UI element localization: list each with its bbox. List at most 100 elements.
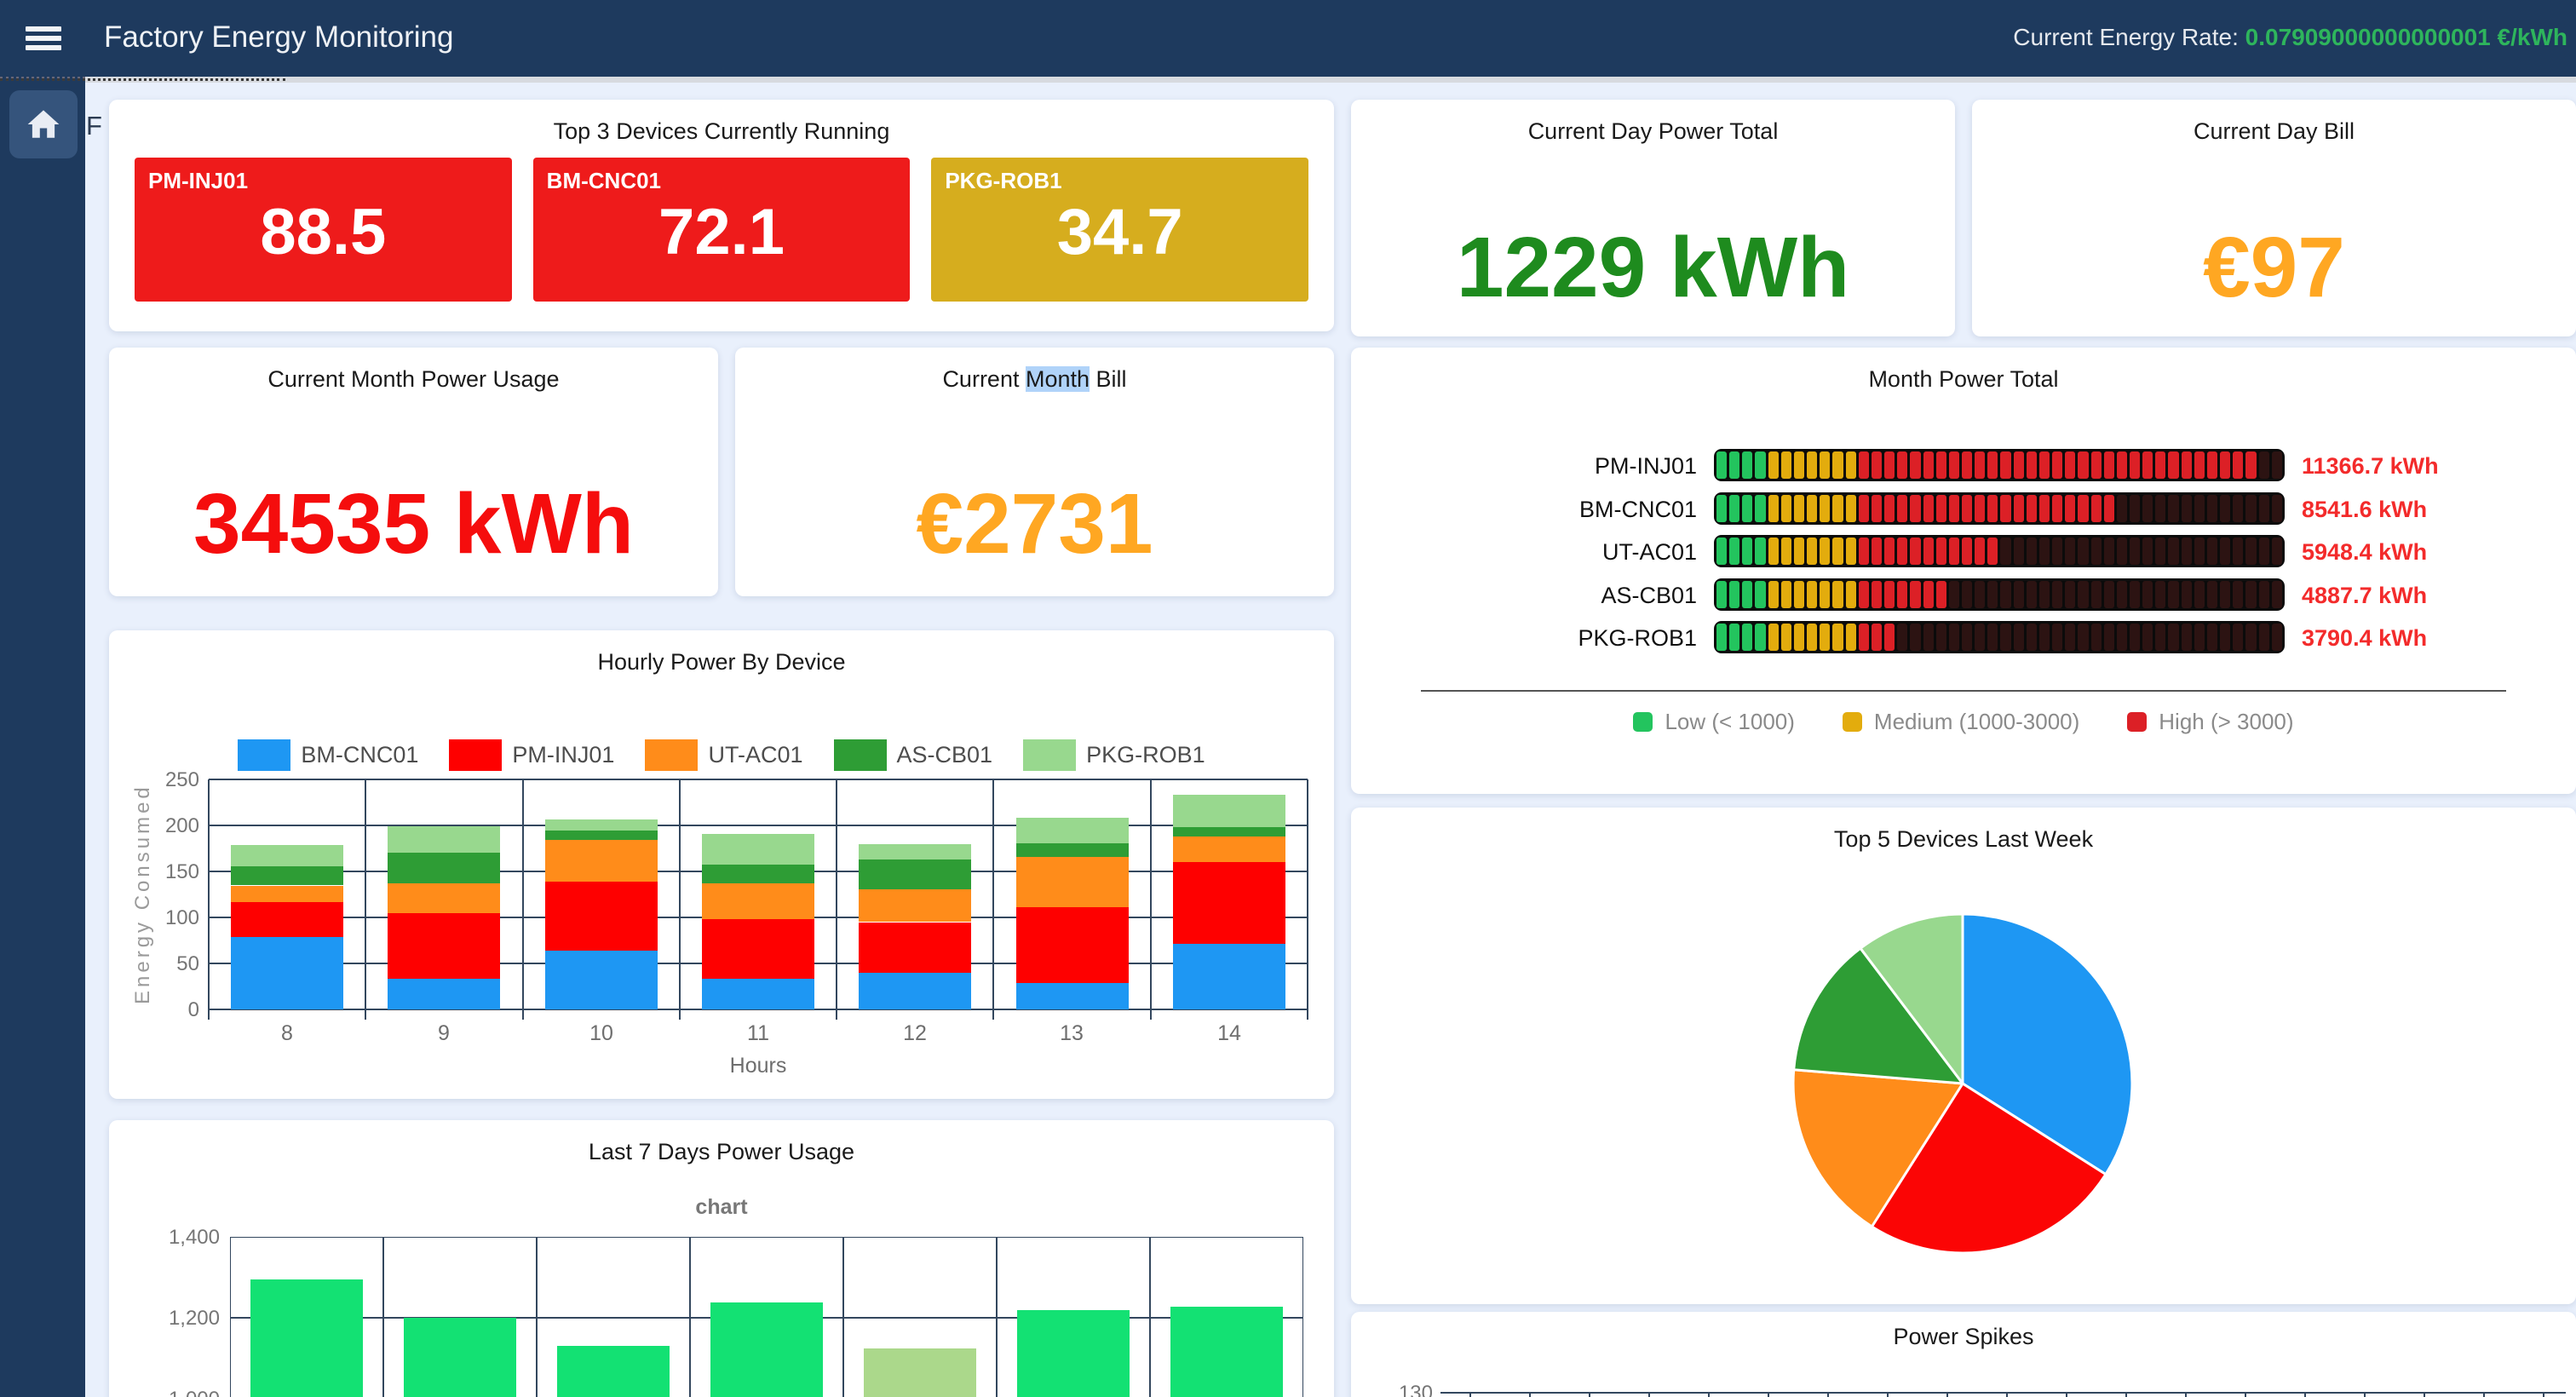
led-segment [1859,624,1869,651]
device-label: PM-INJ01 [1402,453,1697,480]
led-segment [2272,624,2282,651]
x-tick: 9 [365,1021,522,1046]
stacked-bar-segment [702,883,814,919]
led-segment [2130,538,2140,565]
bar [557,1346,670,1397]
device-tile-value: 72.1 [533,195,911,269]
led-segment [2014,451,2024,479]
led-segment [1897,538,1907,565]
led-bar [1714,449,2285,481]
led-segment [2000,624,2010,651]
led-segment [1987,624,1998,651]
legend-swatch [449,739,502,771]
card-current-day-power-total: Current Day Power Total 1229 kWh [1351,100,1955,336]
card-power-spikes: Power Spikes 130 [1351,1312,2576,1397]
stacked-bar-segment [1016,843,1129,857]
spikes-ytick: 130 [1377,1382,1433,1397]
led-segment [1781,495,1791,522]
led-segment [1742,624,1752,651]
stacked-bar-segment [388,853,500,883]
led-segment [2220,495,2230,522]
led-segment [2233,538,2243,565]
led-segment [1755,495,1765,522]
led-segment [1987,451,1998,479]
led-segment [1910,581,1920,608]
divider [1421,690,2506,692]
stacked-bar-segment [1173,827,1285,836]
led-segment [2130,495,2140,522]
led-segment [1820,581,1830,608]
gridline-v [536,1237,538,1397]
led-segment [1820,451,1830,479]
day-bill-value: €97 [1972,219,2576,317]
led-segment [2155,624,2165,651]
led-segment [2027,495,2037,522]
led-segment [2220,624,2230,651]
led-segment [2233,495,2243,522]
card-title: Current Day Bill [1972,118,2576,145]
led-segment [1729,538,1739,565]
card-last-7-days-power-usage: Last 7 Days Power Usage chart 1,4001,200… [109,1120,1334,1397]
led-segment [1923,451,1934,479]
card-title: Current Day Power Total [1351,118,1955,145]
x-tick-mark [2185,1392,2187,1397]
gridline-v [842,1237,844,1397]
led-segment [1962,581,1972,608]
bar [1170,1307,1283,1397]
legend-swatch [645,739,698,771]
led-segment [2142,451,2153,479]
rate-label: Current Energy Rate: [2013,24,2239,50]
led-segment [2117,581,2127,608]
led-segment [2245,451,2256,479]
led-segment [1768,624,1779,651]
led-segment [1975,538,1985,565]
sidebar-item-home[interactable] [9,90,78,158]
led-segment [2065,495,2075,522]
card-month-power-total: Month Power Total PM-INJ0111366.7 kWhBM-… [1351,348,2576,794]
selected-text: Month [1026,366,1090,392]
led-segment [2078,495,2088,522]
led-segment [1768,581,1779,608]
led-segment [2014,581,2024,608]
x-tick-mark [1946,1392,1948,1397]
led-segment [2207,538,2217,565]
led-segment [2104,624,2114,651]
led-segment [1923,495,1934,522]
x-tick-mark [1887,1392,1889,1397]
led-segment [1910,624,1920,651]
gridline-h [209,779,1308,780]
x-tick-mark [2245,1392,2246,1397]
gridline-v [208,779,210,1020]
led-segment [1768,495,1779,522]
led-segment [2194,581,2205,608]
led-segment [2142,495,2153,522]
y-tick: 1,200 [143,1307,220,1331]
led-segment [1872,538,1882,565]
led-segment [1729,495,1739,522]
x-tick: 10 [523,1021,680,1046]
led-segment [2039,624,2050,651]
led-segment [1716,538,1727,565]
hamburger-menu-icon[interactable] [26,22,61,55]
clipped-label: F [86,111,102,141]
x-tick-mark [2066,1392,2067,1397]
led-segment [1742,451,1752,479]
device-total-value: 4887.7 kWh [2302,583,2427,609]
led-segment [2233,624,2243,651]
led-segment [2182,495,2192,522]
legend-label: Medium (1000-3000) [1874,709,2079,735]
home-icon [26,106,61,142]
led-segment [2272,451,2282,479]
card-hourly-power-by-device: Hourly Power By Device BM-CNC01PM-INJ01U… [109,630,1334,1099]
led-segment [1729,624,1739,651]
led-segment [2091,538,2102,565]
led-segment [1975,624,1985,651]
led-segment [1781,451,1791,479]
led-segment [2027,451,2037,479]
chart-title: Top 5 Devices Last Week [1351,826,2576,853]
led-segment [2220,451,2230,479]
led-segment [1846,538,1856,565]
led-segment [1987,581,1998,608]
day-total-value: 1229 kWh [1351,219,1955,317]
led-segment [2207,451,2217,479]
